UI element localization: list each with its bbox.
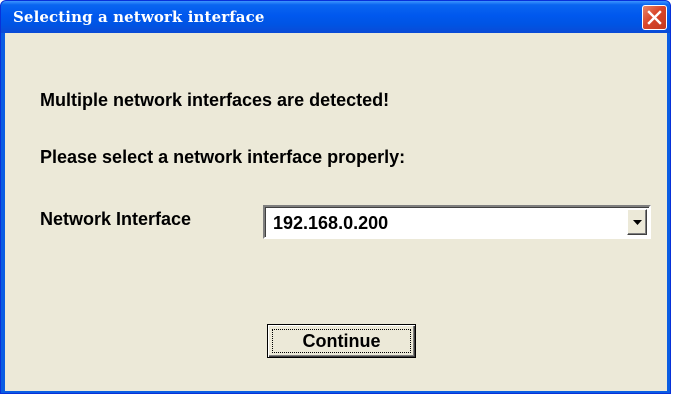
instruction-message: Please select a network interface proper…: [40, 147, 406, 167]
title-bar[interactable]: Selecting a network interface: [1, 1, 670, 33]
continue-button[interactable]: Continue: [267, 324, 416, 358]
selected-interface-value: 192.168.0.200: [273, 213, 389, 233]
detected-message: Multiple network interfaces are detected…: [40, 90, 390, 110]
window-title: Selecting a network interface: [13, 8, 265, 26]
close-icon: [647, 10, 662, 25]
dialog-window: Selecting a network interface Multiple n…: [0, 0, 671, 394]
network-interface-select[interactable]: 192.168.0.200: [263, 205, 651, 239]
continue-button-label: Continue: [302, 331, 381, 351]
dialog-body: Multiple network interfaces are detected…: [5, 33, 667, 391]
dropdown-button[interactable]: [627, 209, 647, 235]
network-interface-label: Network Interface: [40, 209, 192, 229]
close-button[interactable]: [642, 5, 667, 30]
chevron-down-icon: [633, 220, 642, 225]
